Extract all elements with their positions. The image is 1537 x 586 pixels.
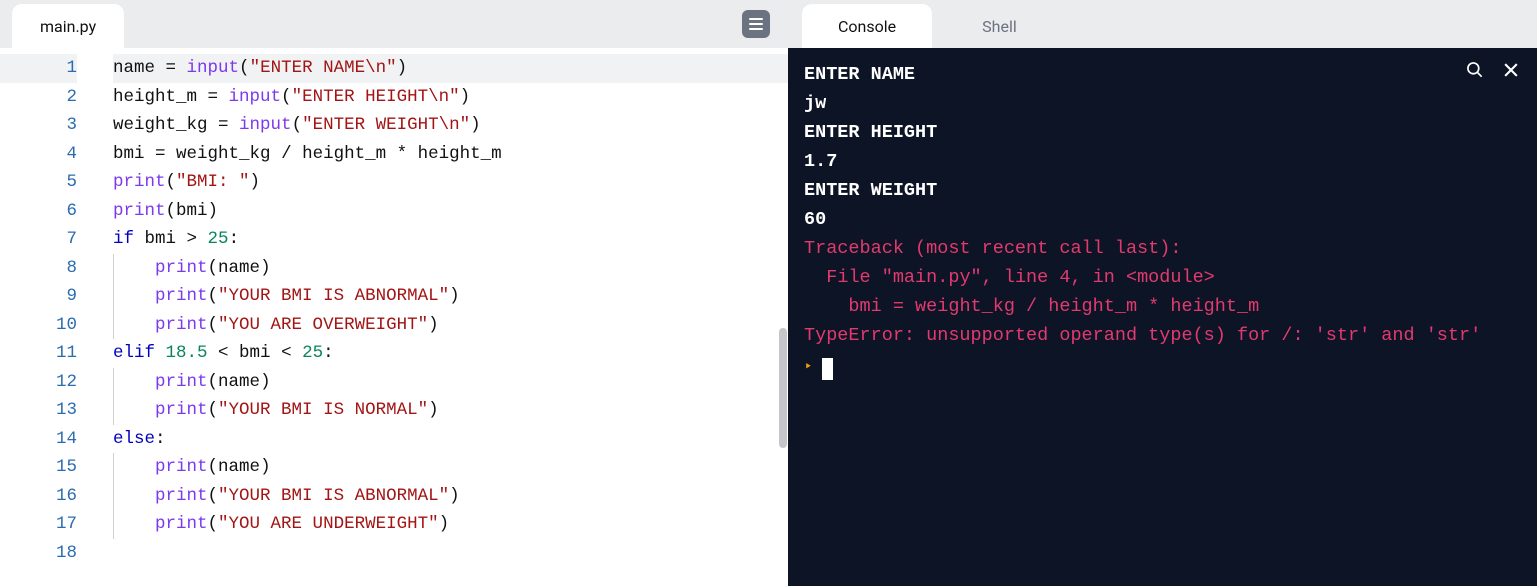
tab-shell[interactable]: Shell bbox=[946, 4, 1053, 48]
terminal-tabs-bar: Console Shell bbox=[788, 0, 1537, 48]
console-line: bmi = weight_kg / height_m * height_m bbox=[804, 292, 1521, 321]
code-line[interactable]: bmi = weight_kg / height_m * height_m bbox=[113, 140, 788, 169]
code-editor[interactable]: 123456789101112131415161718 name = input… bbox=[0, 48, 788, 586]
code-line[interactable]: elif 18.5 < bmi < 25: bbox=[113, 339, 788, 368]
console-line: Traceback (most recent call last): bbox=[804, 234, 1521, 263]
code-line[interactable]: print("YOUR BMI IS ABNORMAL") bbox=[113, 282, 788, 311]
line-number: 6 bbox=[0, 197, 77, 226]
code-line[interactable]: weight_kg = input("ENTER WEIGHT\n") bbox=[113, 111, 788, 140]
code-line[interactable]: print("YOUR BMI IS NORMAL") bbox=[113, 396, 788, 425]
editor-scrollbar[interactable] bbox=[776, 48, 788, 586]
code-line[interactable]: print(name) bbox=[113, 254, 788, 283]
close-icon[interactable] bbox=[1501, 60, 1521, 90]
line-number: 8 bbox=[0, 254, 77, 283]
search-icon[interactable] bbox=[1465, 60, 1485, 90]
editor-panel: main.py 123456789101112131415161718 name… bbox=[0, 0, 788, 586]
line-number: 12 bbox=[0, 368, 77, 397]
code-line[interactable]: print("YOU ARE OVERWEIGHT") bbox=[113, 311, 788, 340]
line-number: 1 bbox=[0, 54, 77, 83]
code-line[interactable]: print("YOUR BMI IS ABNORMAL") bbox=[113, 482, 788, 511]
cursor bbox=[822, 358, 833, 380]
code-line[interactable]: if bmi > 25: bbox=[113, 225, 788, 254]
line-number: 4 bbox=[0, 140, 77, 169]
code-line[interactable] bbox=[113, 539, 788, 568]
menu-icon[interactable] bbox=[742, 10, 770, 38]
editor-tabs-bar: main.py bbox=[0, 0, 788, 48]
tab-console[interactable]: Console bbox=[802, 4, 932, 48]
console-line: TypeError: unsupported operand type(s) f… bbox=[804, 321, 1521, 350]
code-line[interactable]: print("BMI: ") bbox=[113, 168, 788, 197]
line-number: 14 bbox=[0, 425, 77, 454]
console-line: File "main.py", line 4, in <module> bbox=[804, 263, 1521, 292]
file-tab-main[interactable]: main.py bbox=[12, 4, 124, 48]
console-line: ENTER NAME bbox=[804, 60, 1521, 89]
console-output[interactable]: ENTER NAMEjwENTER HEIGHT1.7ENTER WEIGHT6… bbox=[788, 48, 1537, 586]
line-gutter: 123456789101112131415161718 bbox=[0, 48, 95, 586]
code-area[interactable]: name = input("ENTER NAME\n")height_m = i… bbox=[95, 48, 788, 586]
console-line: jw bbox=[804, 89, 1521, 118]
code-line[interactable]: print(bmi) bbox=[113, 197, 788, 226]
console-prompt[interactable]: ‣ bbox=[804, 354, 1521, 383]
code-line[interactable]: print("YOU ARE UNDERWEIGHT") bbox=[113, 510, 788, 539]
line-number: 15 bbox=[0, 453, 77, 482]
line-number: 18 bbox=[0, 539, 77, 568]
console-line: ENTER HEIGHT bbox=[804, 118, 1521, 147]
code-line[interactable]: print(name) bbox=[113, 368, 788, 397]
line-number: 2 bbox=[0, 83, 77, 112]
console-line: ENTER WEIGHT bbox=[804, 176, 1521, 205]
line-number: 13 bbox=[0, 396, 77, 425]
code-line[interactable]: print(name) bbox=[113, 453, 788, 482]
terminal-panel: Console Shell ENTER NAMEjwENTER HEIGHT1.… bbox=[788, 0, 1537, 586]
code-line[interactable]: name = input("ENTER NAME\n") bbox=[113, 54, 788, 83]
line-number: 5 bbox=[0, 168, 77, 197]
console-line: 1.7 bbox=[804, 147, 1521, 176]
line-number: 7 bbox=[0, 225, 77, 254]
prompt-arrow-icon: ‣ bbox=[804, 354, 812, 383]
line-number: 9 bbox=[0, 282, 77, 311]
code-line[interactable]: height_m = input("ENTER HEIGHT\n") bbox=[113, 83, 788, 112]
line-number: 3 bbox=[0, 111, 77, 140]
line-number: 16 bbox=[0, 482, 77, 511]
line-number: 11 bbox=[0, 339, 77, 368]
code-line[interactable]: else: bbox=[113, 425, 788, 454]
line-number: 10 bbox=[0, 311, 77, 340]
line-number: 17 bbox=[0, 510, 77, 539]
console-line: 60 bbox=[804, 205, 1521, 234]
